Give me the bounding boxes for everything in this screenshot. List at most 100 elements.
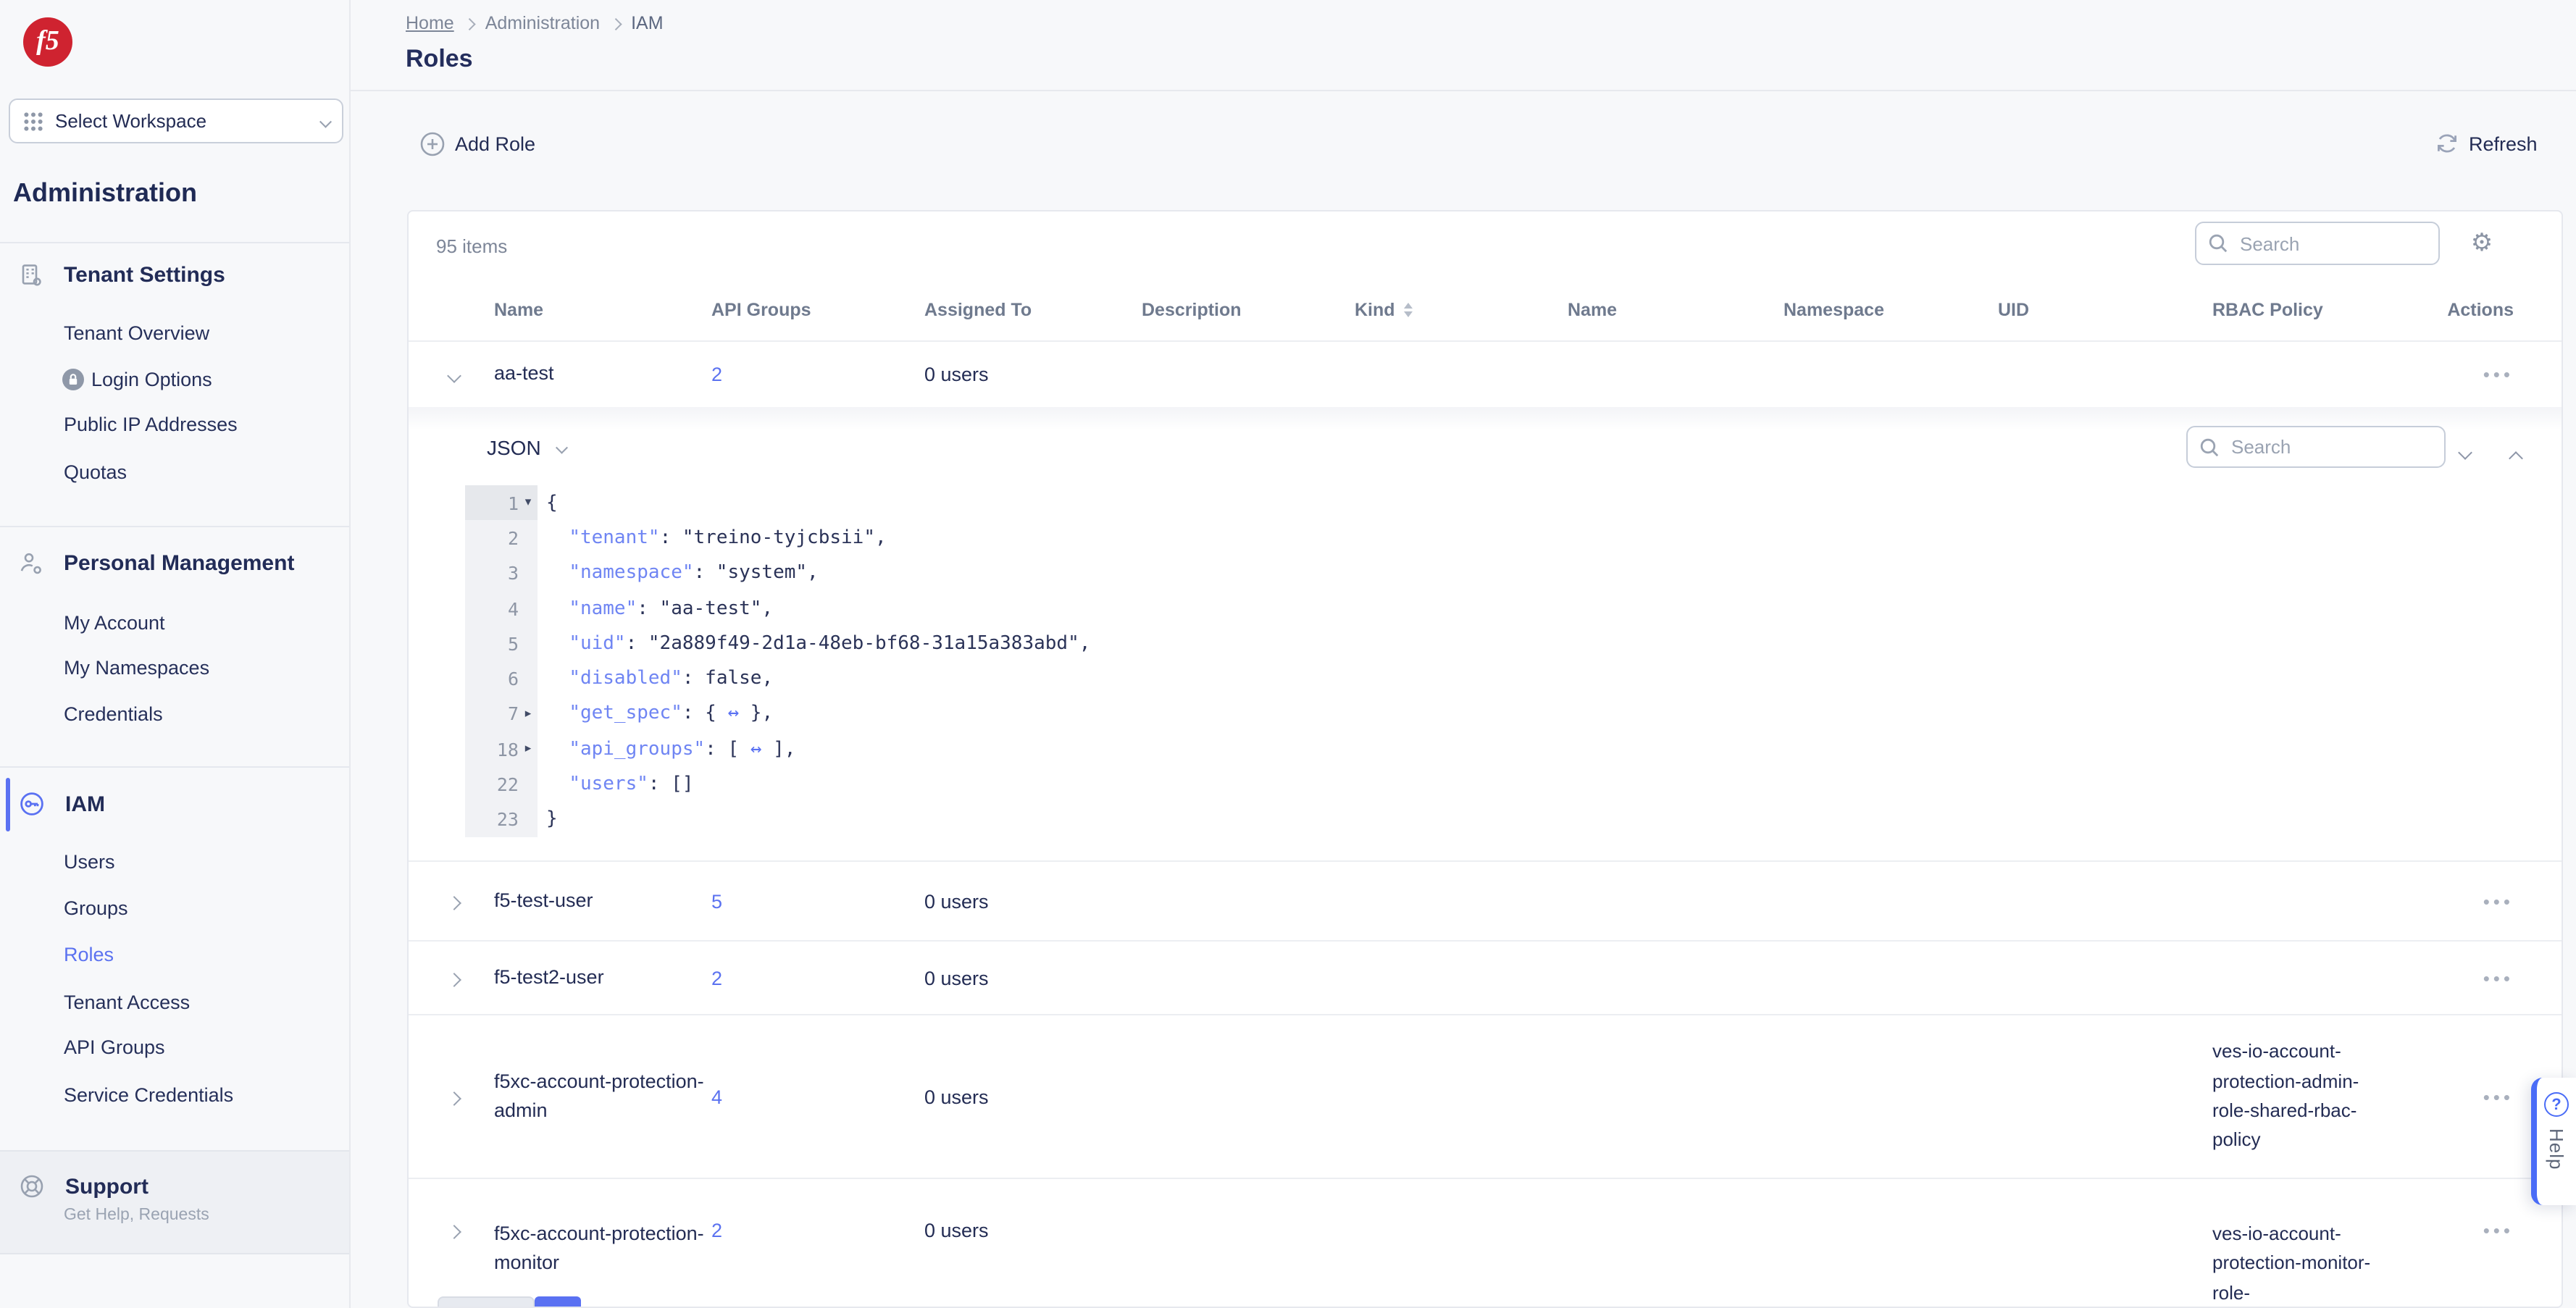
key-icon [19, 791, 45, 817]
breadcrumb-home-link[interactable]: Home [406, 13, 454, 33]
column-header-uid[interactable]: UID [1998, 300, 2212, 320]
column-header-api-groups[interactable]: API Groups [711, 300, 924, 320]
sidebar-item-login-options[interactable]: Login Options [62, 369, 212, 390]
table-settings-button[interactable]: ⚙ [2462, 222, 2502, 265]
json-code-viewer[interactable]: 1▾ { 2 "tenant": "treino-tyjcbsii", 3 "n… [465, 485, 1090, 837]
plus-circle-icon [420, 132, 445, 156]
column-header-kind[interactable]: Kind [1355, 300, 1568, 320]
format-dropdown-label: JSON [487, 436, 541, 459]
collapse-row-icon[interactable] [447, 369, 461, 383]
pagination-partial[interactable] [438, 1296, 535, 1308]
breadcrumb-administration[interactable]: Administration [485, 13, 600, 33]
column-header-description[interactable]: Description [1142, 300, 1355, 320]
table-row[interactable]: f5-test-user 5 0 users ••• [409, 860, 2562, 940]
sidebar-item-tenant-overview[interactable]: Tenant Overview [64, 322, 209, 344]
sidebar-item-quotas[interactable]: Quotas [64, 461, 127, 483]
sidebar-section-label: Support [65, 1174, 149, 1199]
sidebar-section-tenant-settings[interactable]: Tenant Settings [19, 263, 225, 288]
question-mark-icon: ? [2544, 1092, 2569, 1117]
pagination-partial-active[interactable] [535, 1296, 581, 1308]
sidebar-item-api-groups[interactable]: API Groups [64, 1036, 165, 1058]
sidebar-section-label: IAM [65, 792, 105, 816]
table-row[interactable]: f5xc-account-protection-monitor 2 0 user… [409, 1178, 2562, 1308]
sidebar-item-groups[interactable]: Groups [64, 897, 128, 919]
row-actions-icon[interactable]: ••• [2483, 364, 2514, 385]
breadcrumb: Home Administration IAM [406, 13, 664, 33]
page-title: Roles [406, 45, 473, 74]
api-groups-count-link[interactable]: 2 [711, 364, 924, 385]
code-line: 3 "namespace": "system", [465, 556, 1090, 591]
help-tab-button[interactable]: ? Help [2531, 1078, 2576, 1205]
chevron-down-icon [556, 442, 568, 453]
divider [0, 242, 349, 243]
table-row[interactable]: aa-test 2 0 users ••• [409, 340, 2562, 407]
rbac-policy: ves-io-account-protection-admin-role-sha… [2212, 1038, 2375, 1155]
table-header-row: Name API Groups Assigned To Description … [409, 280, 2562, 340]
breadcrumb-iam[interactable]: IAM [631, 13, 663, 33]
roles-table-card: 95 items ⚙ Name API Groups Assigned To D… [407, 210, 2563, 1308]
table-row[interactable]: f5-test2-user 2 0 users ••• [409, 940, 2562, 1014]
sidebar-item-roles[interactable]: Roles [64, 944, 114, 965]
sidebar-item-tenant-access[interactable]: Tenant Access [64, 992, 190, 1013]
sidebar-item-public-ip-addresses[interactable]: Public IP Addresses [64, 414, 238, 435]
code-line: 2 "tenant": "treino-tyjcbsii", [465, 521, 1090, 556]
table-search-input[interactable] [2237, 231, 2427, 256]
sidebar-item-credentials[interactable]: Credentials [64, 703, 163, 725]
person-gear-icon [19, 551, 43, 576]
column-header-name[interactable]: Name [494, 300, 711, 320]
column-header-rbac-policy[interactable]: RBAC Policy [2212, 300, 2444, 320]
row-actions-icon[interactable]: ••• [2483, 967, 2514, 989]
column-header-namespace[interactable]: Namespace [1783, 300, 1998, 320]
fold-toggle-icon[interactable]: ▸ [519, 707, 538, 721]
api-groups-count-link[interactable]: 2 [711, 1220, 924, 1241]
sidebar-item-my-namespaces[interactable]: My Namespaces [64, 657, 209, 679]
code-line: 6 "disabled": false, [465, 661, 1090, 697]
table-row[interactable]: f5xc-account-protection-admin 4 0 users … [409, 1014, 2562, 1178]
sidebar-section-iam[interactable]: IAM [19, 791, 105, 817]
expand-row-icon[interactable] [447, 895, 461, 910]
column-header-actions: Actions [2444, 300, 2562, 320]
column-header-assigned-to[interactable]: Assigned To [924, 300, 1142, 320]
api-groups-count-link[interactable]: 5 [711, 890, 924, 912]
sidebar-section-label: Tenant Settings [64, 263, 225, 288]
sidebar-section-label: Personal Management [64, 551, 294, 576]
expand-row-icon[interactable] [447, 972, 461, 986]
json-search[interactable] [2186, 426, 2446, 468]
code-line: 1▾ { [465, 485, 1090, 521]
api-groups-count-link[interactable]: 4 [711, 1086, 924, 1107]
json-search-input[interactable] [2228, 435, 2433, 459]
expand-row-icon[interactable] [447, 1091, 461, 1105]
code-line: 4 "name": "aa-test", [465, 591, 1090, 626]
assigned-to: 0 users [924, 1220, 1142, 1241]
format-dropdown[interactable]: JSON [487, 436, 566, 459]
add-role-button[interactable]: Add Role [420, 132, 535, 156]
sidebar-section-support[interactable]: Support [19, 1173, 149, 1199]
sidebar-item-service-credentials[interactable]: Service Credentials [64, 1084, 233, 1106]
sidebar-item-users[interactable]: Users [64, 851, 115, 873]
refresh-button[interactable]: Refresh [2435, 132, 2538, 155]
sort-icon[interactable] [1404, 303, 1413, 317]
refresh-icon [2435, 132, 2459, 155]
search-next-icon[interactable] [2460, 439, 2470, 465]
expand-row-icon[interactable] [447, 1225, 461, 1239]
api-groups-count-link[interactable]: 2 [711, 967, 924, 989]
sidebar-section-personal-management[interactable]: Personal Management [19, 551, 294, 576]
search-icon [2199, 437, 2220, 457]
fold-toggle-icon[interactable]: ▸ [519, 742, 538, 756]
role-name: f5-test2-user [494, 963, 711, 993]
search-previous-icon[interactable] [2511, 445, 2521, 471]
role-name: f5-test-user [494, 886, 711, 916]
row-actions-icon[interactable]: ••• [2483, 890, 2514, 912]
code-line: 7▸ "get_spec": { ↔ }, [465, 697, 1090, 732]
row-actions-icon[interactable]: ••• [2483, 1086, 2514, 1107]
column-header-name-2[interactable]: Name [1568, 300, 1783, 320]
sidebar-item-my-account[interactable]: My Account [64, 612, 165, 634]
row-actions-icon[interactable]: ••• [2483, 1220, 2514, 1241]
fold-toggle-icon[interactable]: ▾ [519, 495, 538, 510]
top-header: Home Administration IAM Roles Support [351, 0, 2576, 91]
assigned-to: 0 users [924, 1086, 1142, 1107]
rbac-policy: ves-io-account-protection-monitor-role- [2212, 1220, 2375, 1308]
table-search[interactable] [2195, 222, 2440, 265]
workspace-selector[interactable]: Select Workspace [9, 98, 343, 143]
sidebar-title: Administration [13, 178, 197, 209]
